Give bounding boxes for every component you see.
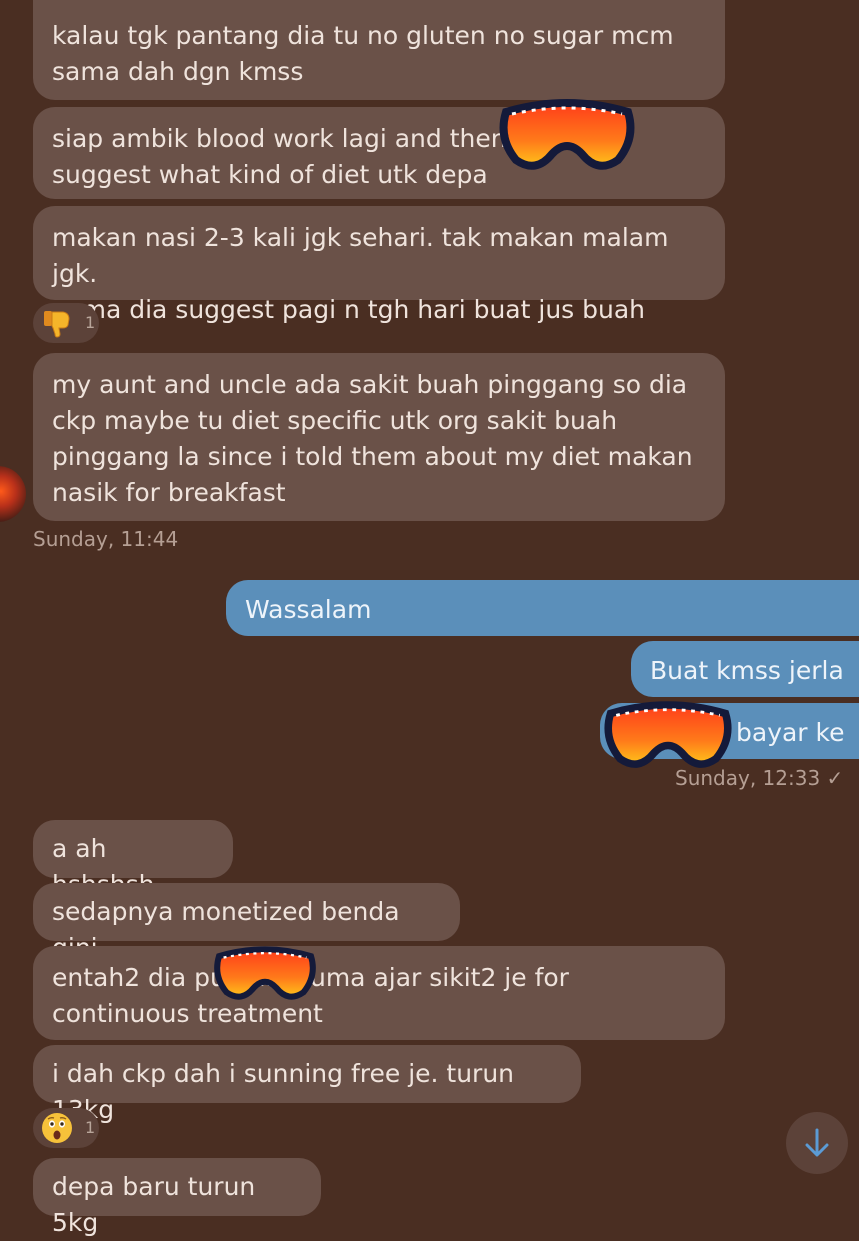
arrow-down-icon (805, 1128, 829, 1157)
message-incoming[interactable]: a ah hshshsh (33, 820, 233, 899)
goggles-sticker-icon (499, 99, 635, 170)
scroll-to-bottom-button[interactable] (786, 1112, 848, 1174)
reaction-count: 1 (85, 1118, 96, 1137)
avatar[interactable] (0, 466, 26, 522)
reaction-chip[interactable]: 1 (33, 303, 99, 343)
reaction-chip[interactable]: 1 (33, 1108, 99, 1148)
thumbs-down-icon (44, 311, 70, 338)
message-outgoing[interactable]: Buat kmss jerla (631, 641, 859, 697)
message-timestamp: Sunday, 11:44 (33, 527, 179, 551)
message-incoming[interactable]: i dah ckp dah i sunning free je. turun 1… (33, 1045, 581, 1124)
message-incoming[interactable]: my aunt and uncle ada sakit buah pinggan… (33, 353, 725, 521)
reaction-count: 1 (85, 313, 96, 332)
message-incoming[interactable]: entah2 dia pu dulu cuma ajar sikit2 je f… (33, 946, 725, 1040)
message-timestamp: Sunday, 12:33 ✓ (675, 766, 844, 790)
astonished-face-icon (42, 1113, 72, 1143)
goggles-sticker-icon (604, 701, 732, 768)
message-incoming[interactable]: depa baru turun 5kg (33, 1158, 321, 1237)
message-incoming[interactable]: makan nasi 2-3 kali jgk sehari. tak maka… (33, 206, 725, 324)
message-outgoing[interactable]: Wassalam (226, 580, 859, 636)
message-incoming[interactable]: sedapnya monetized benda gini (33, 883, 460, 962)
message-incoming[interactable]: kalau tgk pantang dia tu no gluten no su… (33, 0, 725, 100)
goggles-sticker-icon (214, 946, 316, 1000)
